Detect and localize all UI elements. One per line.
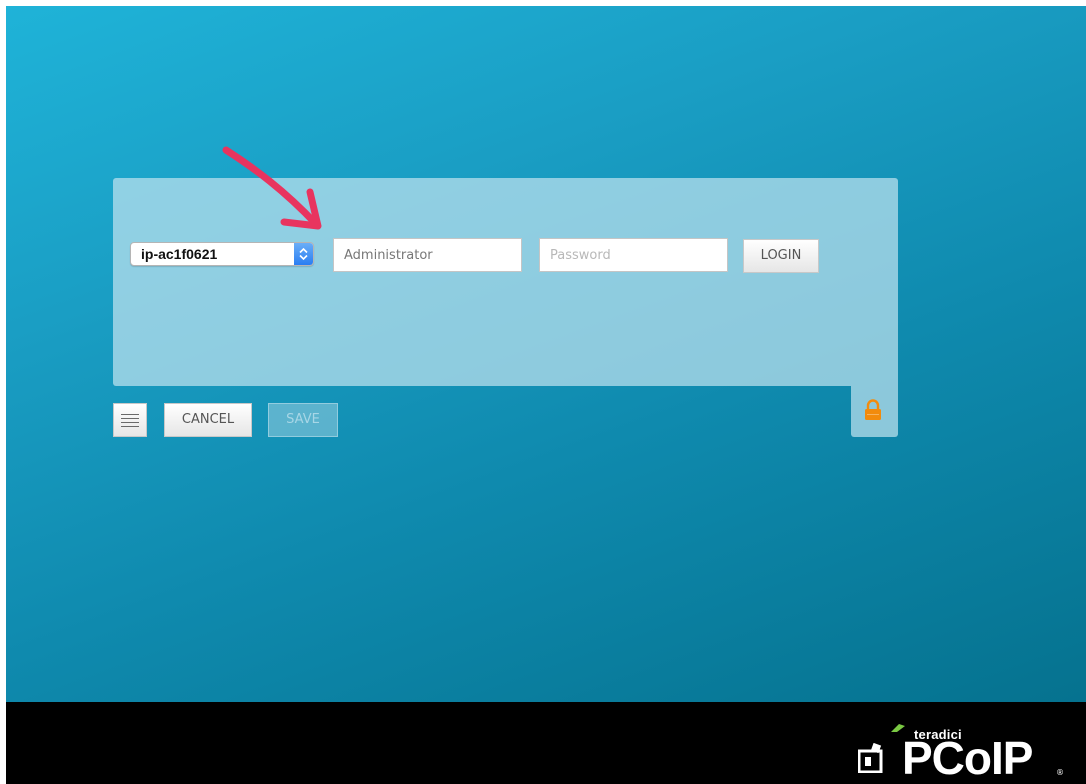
annotation-arrow-icon: [222, 146, 322, 230]
pcoip-logo: teradici PCoIP ®: [854, 717, 1064, 781]
brand-registered-mark: ®: [1056, 768, 1064, 777]
host-select-value: ip-ac1f0621: [141, 246, 218, 262]
host-select[interactable]: ip-ac1f0621: [130, 242, 314, 266]
cancel-button[interactable]: CANCEL: [164, 403, 252, 437]
password-field[interactable]: [539, 238, 728, 272]
save-button[interactable]: SAVE: [268, 403, 338, 437]
pcoip-logo-mark-icon: [858, 743, 883, 773]
hamburger-menu-icon[interactable]: [113, 403, 147, 437]
taskbar: teradici PCoIP ®: [6, 702, 1086, 784]
screen: ip-ac1f0621 LOGIN CANCEL SAVE: [0, 0, 1086, 784]
select-stepper-icon[interactable]: [294, 243, 313, 265]
username-field[interactable]: [333, 238, 522, 272]
lock-icon[interactable]: [864, 399, 882, 421]
login-button[interactable]: LOGIN: [743, 239, 819, 273]
brand-large-text: PCoIP: [902, 732, 1033, 784]
